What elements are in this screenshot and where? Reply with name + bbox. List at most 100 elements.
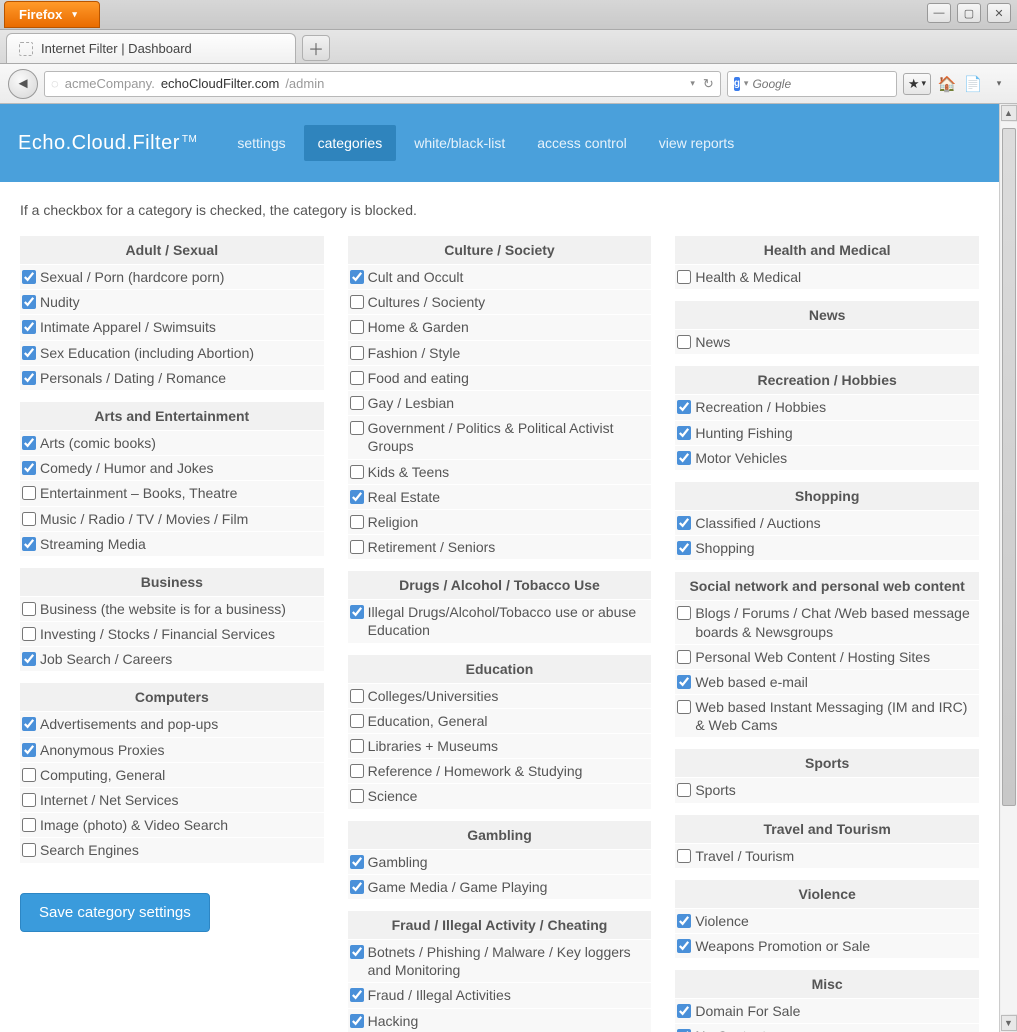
category-checkbox[interactable] (350, 988, 364, 1002)
category-row[interactable]: Internet / Net Services (20, 787, 324, 812)
category-checkbox[interactable] (22, 461, 36, 475)
scroll-up-button[interactable]: ▲ (1001, 105, 1017, 121)
category-checkbox[interactable] (350, 739, 364, 753)
category-checkbox[interactable] (22, 512, 36, 526)
category-checkbox[interactable] (677, 335, 691, 349)
category-row[interactable]: Shopping (675, 535, 979, 560)
category-checkbox[interactable] (350, 270, 364, 284)
category-checkbox[interactable] (677, 675, 691, 689)
category-checkbox[interactable] (350, 764, 364, 778)
category-checkbox[interactable] (350, 371, 364, 385)
category-row[interactable]: Comedy / Humor and Jokes (20, 455, 324, 480)
category-row[interactable]: Streaming Media (20, 531, 324, 556)
category-checkbox[interactable] (677, 400, 691, 414)
category-checkbox[interactable] (677, 1004, 691, 1018)
category-checkbox[interactable] (22, 486, 36, 500)
category-checkbox[interactable] (350, 945, 364, 959)
nav-item-settings[interactable]: settings (223, 125, 299, 161)
scroll-down-button[interactable]: ▼ (1001, 1015, 1017, 1031)
category-checkbox[interactable] (677, 270, 691, 284)
category-row[interactable]: Reference / Homework & Studying (348, 758, 652, 783)
category-row[interactable]: Cultures / Socienty (348, 289, 652, 314)
chevron-down-icon[interactable]: ▾ (690, 78, 695, 89)
nav-item-access-control[interactable]: access control (523, 125, 640, 161)
category-checkbox[interactable] (22, 346, 36, 360)
bookmark-button[interactable]: ★ ▾ (903, 73, 931, 95)
back-button[interactable]: ◄ (8, 69, 38, 99)
category-row[interactable]: Recreation / Hobbies (675, 394, 979, 419)
new-tab-button[interactable]: ＋ (302, 35, 330, 61)
category-checkbox[interactable] (677, 914, 691, 928)
scrollbar[interactable]: ▲ ▼ (999, 104, 1017, 1032)
category-checkbox[interactable] (350, 540, 364, 554)
category-checkbox[interactable] (350, 515, 364, 529)
category-row[interactable]: Home & Garden (348, 314, 652, 339)
category-checkbox[interactable] (677, 426, 691, 440)
category-row[interactable]: Entertainment – Books, Theatre (20, 480, 324, 505)
category-row[interactable]: Personals / Dating / Romance (20, 365, 324, 390)
category-checkbox[interactable] (677, 606, 691, 620)
category-checkbox[interactable] (350, 714, 364, 728)
category-checkbox[interactable] (22, 537, 36, 551)
category-row[interactable]: Food and eating (348, 365, 652, 390)
category-checkbox[interactable] (22, 652, 36, 666)
nav-item-categories[interactable]: categories (304, 125, 397, 161)
category-row[interactable]: Intimate Apparel / Swimsuits (20, 314, 324, 339)
category-checkbox[interactable] (22, 717, 36, 731)
category-row[interactable]: Job Search / Careers (20, 646, 324, 671)
url-bar[interactable]: ◌ acmeCompany.echoCloudFilter.com/admin … (44, 71, 721, 97)
category-row[interactable]: Real Estate (348, 484, 652, 509)
category-row[interactable]: Government / Politics & Political Activi… (348, 415, 652, 458)
category-checkbox[interactable] (22, 793, 36, 807)
category-row[interactable]: Violence (675, 908, 979, 933)
category-checkbox[interactable] (350, 490, 364, 504)
category-checkbox[interactable] (22, 602, 36, 616)
category-checkbox[interactable] (677, 541, 691, 555)
category-checkbox[interactable] (350, 421, 364, 435)
category-checkbox[interactable] (350, 396, 364, 410)
category-row[interactable]: Science (348, 783, 652, 808)
category-checkbox[interactable] (22, 743, 36, 757)
category-checkbox[interactable] (350, 855, 364, 869)
category-checkbox[interactable] (350, 880, 364, 894)
category-row[interactable]: Sex Education (including Abortion) (20, 340, 324, 365)
scroll-thumb[interactable] (1002, 128, 1016, 806)
category-row[interactable]: Web based e-mail (675, 669, 979, 694)
category-row[interactable]: Cult and Occult (348, 264, 652, 289)
category-checkbox[interactable] (22, 818, 36, 832)
category-row[interactable]: Computing, General (20, 762, 324, 787)
category-row[interactable]: Hunting Fishing (675, 420, 979, 445)
category-row[interactable]: Gambling (348, 849, 652, 874)
category-row[interactable]: Libraries + Museums (348, 733, 652, 758)
category-checkbox[interactable] (22, 436, 36, 450)
category-row[interactable]: Game Media / Game Playing (348, 874, 652, 899)
category-row[interactable]: Botnets / Phishing / Malware / Key logge… (348, 939, 652, 982)
firefox-menu-button[interactable]: Firefox ▾ (4, 1, 100, 28)
nav-item-white-black-list[interactable]: white/black-list (400, 125, 519, 161)
category-checkbox[interactable] (22, 295, 36, 309)
reload-icon[interactable]: ↻ (703, 76, 714, 92)
category-row[interactable]: Colleges/Universities (348, 683, 652, 708)
category-checkbox[interactable] (22, 371, 36, 385)
category-checkbox[interactable] (677, 700, 691, 714)
category-checkbox[interactable] (677, 516, 691, 530)
search-box[interactable]: g ▾ 🔍 (727, 71, 897, 97)
category-checkbox[interactable] (22, 627, 36, 641)
category-checkbox[interactable] (677, 650, 691, 664)
category-row[interactable]: No Content (675, 1023, 979, 1032)
window-close-button[interactable]: ✕ (987, 3, 1011, 23)
category-row[interactable]: Education, General (348, 708, 652, 733)
category-row[interactable]: Nudity (20, 289, 324, 314)
category-row[interactable]: Sports (675, 777, 979, 802)
category-row[interactable]: Image (photo) & Video Search (20, 812, 324, 837)
category-row[interactable]: Music / Radio / TV / Movies / Film (20, 506, 324, 531)
reader-button[interactable]: 📄 (963, 74, 983, 94)
category-checkbox[interactable] (677, 451, 691, 465)
category-row[interactable]: Blogs / Forums / Chat /Web based message… (675, 600, 979, 643)
category-checkbox[interactable] (350, 1014, 364, 1028)
chevron-down-icon[interactable]: ▾ (989, 74, 1009, 94)
category-checkbox[interactable] (677, 939, 691, 953)
category-checkbox[interactable] (22, 320, 36, 334)
category-row[interactable]: Fraud / Illegal Activities (348, 982, 652, 1007)
category-row[interactable]: News (675, 329, 979, 354)
